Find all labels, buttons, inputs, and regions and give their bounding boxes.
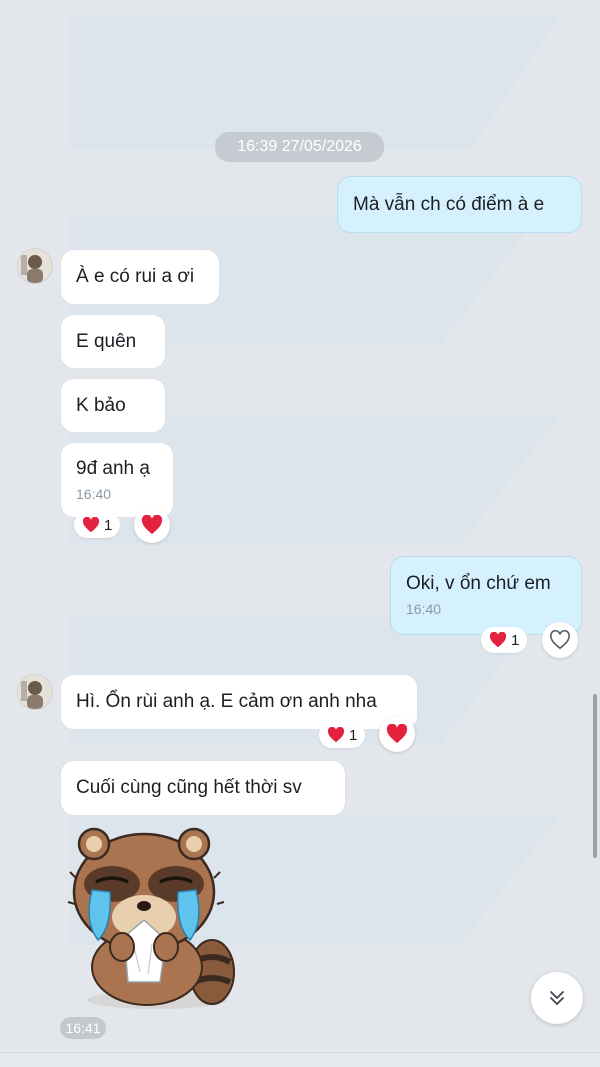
message-text: E quên <box>76 331 137 352</box>
scrollbar[interactable] <box>593 694 597 858</box>
message-text: À e có rui a ơi <box>76 266 195 287</box>
message-text: Hì. Ổn rùi anh ạ. E cảm ơn anh nha <box>76 691 377 712</box>
react-button[interactable] <box>134 507 170 543</box>
crying-raccoon-sticker[interactable] <box>62 822 242 1012</box>
sticker-time: 16:41 <box>60 1017 106 1039</box>
incoming-message[interactable]: À e có rui a ơi <box>60 249 220 305</box>
outgoing-message[interactable]: Mà vẫn ch có điểm à e <box>337 176 582 233</box>
message-time: 16:40 <box>406 601 442 617</box>
message-text: 9đ anh ạ <box>76 458 150 479</box>
heart-outline-icon <box>550 630 570 650</box>
double-chevron-down-icon <box>550 991 564 1005</box>
message-text: K bảo <box>76 395 126 416</box>
reaction-count[interactable]: 1 <box>74 512 121 538</box>
heart-icon <box>386 724 408 744</box>
heart-icon <box>141 515 163 535</box>
react-button[interactable] <box>379 716 415 752</box>
incoming-message[interactable]: E quên <box>60 314 166 369</box>
date-separator: 16:39 27/05/2026 <box>215 132 384 162</box>
reaction-count-value: 1 <box>349 726 358 744</box>
avatar[interactable] <box>17 248 53 284</box>
heart-icon <box>82 517 100 533</box>
composer-edge <box>0 1052 600 1067</box>
avatar[interactable] <box>17 674 53 710</box>
incoming-message[interactable]: 9đ anh ạ 16:40 <box>60 442 174 518</box>
scroll-to-bottom-button[interactable] <box>531 972 583 1024</box>
message-text: Mà vẫn ch có điểm à e <box>353 194 545 215</box>
reaction-count-value: 1 <box>104 516 113 534</box>
incoming-message[interactable]: K bảo <box>60 378 166 433</box>
reaction-count[interactable]: 1 <box>481 627 528 653</box>
reaction-count[interactable]: 1 <box>319 722 366 748</box>
message-text: Cuối cùng cũng hết thời sv <box>76 777 302 798</box>
react-button[interactable] <box>542 622 578 658</box>
heart-icon <box>327 727 345 743</box>
reaction-count-value: 1 <box>511 631 520 649</box>
incoming-message[interactable]: Hì. Ổn rùi anh ạ. E cảm ơn anh nha <box>60 674 418 730</box>
heart-icon <box>489 632 507 648</box>
message-time: 16:40 <box>76 486 112 502</box>
message-text: Oki, v ổn chứ em <box>406 573 551 594</box>
incoming-message[interactable]: Cuối cùng cũng hết thời sv <box>60 760 346 816</box>
